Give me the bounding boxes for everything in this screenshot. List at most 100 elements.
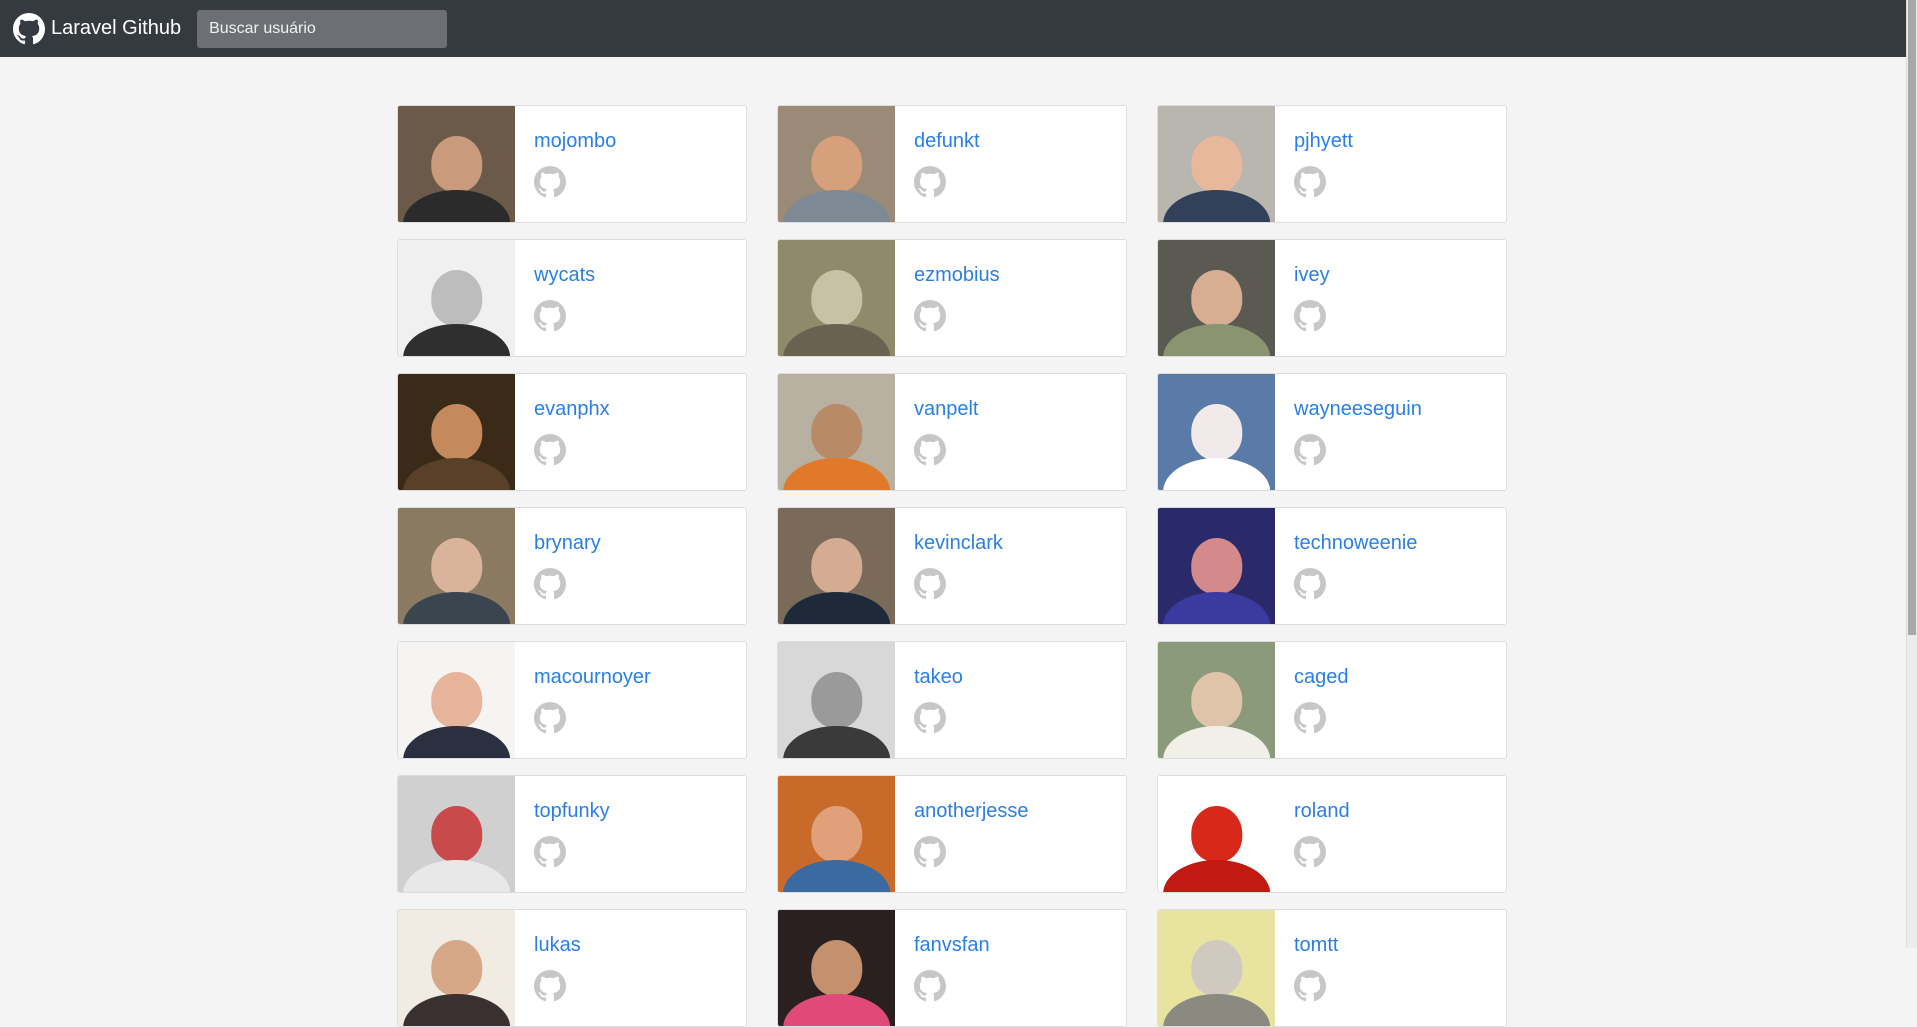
github-profile-icon[interactable] xyxy=(914,836,946,868)
user-login-link[interactable]: wycats xyxy=(534,262,595,288)
github-profile-icon[interactable] xyxy=(1294,568,1326,600)
user-login-link[interactable]: caged xyxy=(1294,664,1349,690)
github-profile-icon[interactable] xyxy=(534,434,566,466)
user-info: vanpelt xyxy=(895,374,979,490)
github-profile-icon[interactable] xyxy=(1294,166,1326,198)
avatar-head-shape xyxy=(1190,672,1243,728)
user-avatar[interactable] xyxy=(778,508,895,624)
search-input[interactable] xyxy=(197,9,448,48)
app-title: Laravel Github xyxy=(51,17,182,39)
avatar-head-shape xyxy=(1190,270,1243,326)
avatar-head-shape xyxy=(1190,538,1243,594)
github-profile-icon[interactable] xyxy=(534,166,566,198)
user-card: evanphx xyxy=(397,373,747,491)
avatar-body-shape xyxy=(1162,189,1271,222)
avatar-head-shape xyxy=(1190,404,1243,460)
user-login-link[interactable]: vanpelt xyxy=(914,396,979,422)
user-login-link[interactable]: macournoyer xyxy=(534,664,651,690)
github-profile-icon[interactable] xyxy=(1294,434,1326,466)
user-avatar[interactable] xyxy=(1158,508,1275,624)
user-login-link[interactable]: takeo xyxy=(914,664,963,690)
user-login-link[interactable]: topfunky xyxy=(534,798,610,824)
user-avatar[interactable] xyxy=(1158,776,1275,892)
user-avatar[interactable] xyxy=(398,106,515,222)
github-profile-icon[interactable] xyxy=(914,702,946,734)
user-login-link[interactable]: roland xyxy=(1294,798,1350,824)
github-profile-icon[interactable] xyxy=(914,166,946,198)
user-login-link[interactable]: wayneeseguin xyxy=(1294,396,1422,422)
user-login-link[interactable]: evanphx xyxy=(534,396,610,422)
user-info: evanphx xyxy=(515,374,610,490)
user-avatar[interactable] xyxy=(1158,910,1275,1026)
avatar-body-shape xyxy=(1162,859,1271,892)
github-profile-icon[interactable] xyxy=(914,970,946,1002)
user-login-link[interactable]: anotherjesse xyxy=(914,798,1029,824)
user-avatar[interactable] xyxy=(398,642,515,758)
avatar-body-shape xyxy=(782,725,891,758)
avatar-head-shape xyxy=(810,538,863,594)
user-avatar[interactable] xyxy=(778,776,895,892)
user-card: takeo xyxy=(777,641,1127,759)
github-profile-icon[interactable] xyxy=(1294,836,1326,868)
avatar-body-shape xyxy=(402,859,511,892)
user-login-link[interactable]: pjhyett xyxy=(1294,128,1353,154)
scrollbar-thumb[interactable] xyxy=(1908,0,1916,635)
brand-link[interactable]: Laravel Github xyxy=(13,12,182,45)
github-profile-icon[interactable] xyxy=(534,300,566,332)
user-login-link[interactable]: defunkt xyxy=(914,128,980,154)
user-card: defunkt xyxy=(777,105,1127,223)
github-profile-icon[interactable] xyxy=(914,434,946,466)
user-login-link[interactable]: ivey xyxy=(1294,262,1330,288)
user-avatar[interactable] xyxy=(1158,106,1275,222)
user-info: fanvsfan xyxy=(895,910,990,1026)
github-profile-icon[interactable] xyxy=(1294,300,1326,332)
user-login-link[interactable]: mojombo xyxy=(534,128,616,154)
user-info: ivey xyxy=(1275,240,1330,356)
user-avatar[interactable] xyxy=(1158,240,1275,356)
avatar-body-shape xyxy=(402,189,511,222)
user-avatar[interactable] xyxy=(398,374,515,490)
github-profile-icon[interactable] xyxy=(534,836,566,868)
user-login-link[interactable]: fanvsfan xyxy=(914,932,990,958)
avatar-head-shape xyxy=(430,538,483,594)
user-avatar[interactable] xyxy=(398,776,515,892)
avatar-head-shape xyxy=(810,404,863,460)
user-login-link[interactable]: technoweenie xyxy=(1294,530,1417,556)
user-avatar[interactable] xyxy=(778,240,895,356)
user-login-link[interactable]: ezmobius xyxy=(914,262,1000,288)
user-card: tomtt xyxy=(1157,909,1507,1027)
avatar-head-shape xyxy=(430,672,483,728)
user-avatar[interactable] xyxy=(398,508,515,624)
user-avatar[interactable] xyxy=(778,374,895,490)
avatar-head-shape xyxy=(810,806,863,862)
user-login-link[interactable]: brynary xyxy=(534,530,601,556)
page-scrollbar[interactable] xyxy=(1906,0,1917,948)
user-avatar[interactable] xyxy=(398,910,515,1026)
user-card: ivey xyxy=(1157,239,1507,357)
github-profile-icon[interactable] xyxy=(534,970,566,1002)
github-profile-icon[interactable] xyxy=(1294,702,1326,734)
user-avatar[interactable] xyxy=(1158,374,1275,490)
user-card: kevinclark xyxy=(777,507,1127,625)
user-avatar[interactable] xyxy=(1158,642,1275,758)
user-info: wayneeseguin xyxy=(1275,374,1422,490)
user-login-link[interactable]: kevinclark xyxy=(914,530,1003,556)
avatar-body-shape xyxy=(402,993,511,1026)
user-avatar[interactable] xyxy=(778,642,895,758)
avatar-body-shape xyxy=(402,725,511,758)
user-login-link[interactable]: tomtt xyxy=(1294,932,1338,958)
github-profile-icon[interactable] xyxy=(534,702,566,734)
github-profile-icon[interactable] xyxy=(914,568,946,600)
github-profile-icon[interactable] xyxy=(1294,970,1326,1002)
user-avatar[interactable] xyxy=(778,910,895,1026)
user-login-link[interactable]: lukas xyxy=(534,932,581,958)
github-profile-icon[interactable] xyxy=(534,568,566,600)
avatar-head-shape xyxy=(430,806,483,862)
user-avatar[interactable] xyxy=(778,106,895,222)
github-profile-icon[interactable] xyxy=(914,300,946,332)
user-card: wayneeseguin xyxy=(1157,373,1507,491)
avatar-body-shape xyxy=(1162,993,1271,1026)
avatar-body-shape xyxy=(1162,591,1271,624)
user-card: lukas xyxy=(397,909,747,1027)
user-avatar[interactable] xyxy=(398,240,515,356)
